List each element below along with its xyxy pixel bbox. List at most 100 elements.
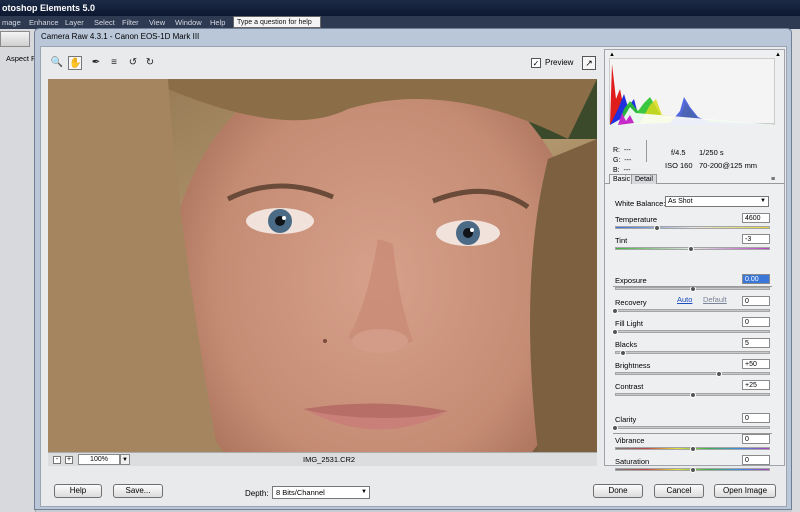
slider-value-field[interactable]: -3 bbox=[742, 234, 770, 244]
zoom-in-button[interactable]: + bbox=[65, 456, 73, 464]
auto-link[interactable]: Auto bbox=[677, 295, 692, 304]
rotate-left-icon[interactable]: ↺ bbox=[126, 56, 140, 70]
white-balance-select[interactable]: As Shot ▼ bbox=[665, 196, 769, 207]
slider-label: Vibrance bbox=[615, 436, 645, 445]
slider-label: Brightness bbox=[615, 361, 651, 370]
dialog-title: Camera Raw 4.3.1 - Canon EOS-1D Mark III bbox=[41, 32, 200, 41]
slider-value-field[interactable]: +50 bbox=[742, 359, 770, 369]
menu-enhance[interactable]: Enhance bbox=[29, 18, 59, 27]
slider-label: Clarity bbox=[615, 415, 637, 424]
slider-thumb[interactable] bbox=[689, 392, 696, 398]
white-balance-label: White Balance: bbox=[615, 199, 666, 208]
preview-label: Preview bbox=[545, 58, 574, 67]
histogram bbox=[609, 58, 776, 125]
cancel-button[interactable]: Cancel bbox=[654, 484, 704, 498]
slider-value-field[interactable]: 5 bbox=[742, 338, 770, 348]
slider-value-field[interactable]: 0 bbox=[742, 317, 770, 327]
image-preview[interactable] bbox=[48, 79, 597, 452]
left-panel bbox=[0, 29, 36, 512]
slider-track[interactable] bbox=[615, 372, 770, 375]
slider-thumb[interactable] bbox=[715, 371, 722, 377]
portrait-photo bbox=[48, 79, 597, 452]
slider-thumb[interactable] bbox=[653, 225, 660, 231]
slider-value-field[interactable]: +25 bbox=[742, 380, 770, 390]
help-search-input[interactable]: Type a question for help bbox=[233, 16, 321, 28]
open-image-button[interactable]: Open Image bbox=[714, 484, 776, 498]
slider-label: Exposure bbox=[615, 276, 647, 285]
separator bbox=[613, 433, 772, 434]
readout-b: B: --- bbox=[613, 167, 631, 174]
left-panel-button[interactable] bbox=[0, 31, 30, 47]
app-title: otoshop Elements 5.0 bbox=[2, 3, 96, 13]
camera-raw-dialog: Camera Raw 4.3.1 - Canon EOS-1D Mark III… bbox=[34, 28, 792, 510]
rotate-right-icon[interactable]: ↻ bbox=[143, 56, 157, 70]
white-balance-tool-icon[interactable]: ✒ bbox=[89, 56, 103, 70]
shutter-speed: 1/250 s bbox=[699, 148, 724, 157]
slider-label: Saturation bbox=[615, 457, 650, 466]
dialog-body: 🔍 ✋ ✒ ≡ ↺ ↻ ✓ Preview ↗ - + 100% ▼ IMG_2… bbox=[40, 46, 787, 507]
slider-track[interactable] bbox=[615, 426, 770, 429]
menu-layer[interactable]: Layer bbox=[65, 18, 84, 27]
menu-help[interactable]: Help bbox=[210, 18, 225, 27]
slider-value-field[interactable]: 0 bbox=[742, 296, 770, 306]
preview-checkbox[interactable]: ✓ bbox=[531, 58, 541, 68]
slider-value-field[interactable]: 0 bbox=[742, 434, 770, 444]
depth-label: Depth: bbox=[245, 489, 269, 498]
default-link[interactable]: Default bbox=[703, 295, 727, 304]
filename-label: IMG_2531.CR2 bbox=[303, 455, 356, 464]
menu-select[interactable]: Select bbox=[94, 18, 115, 27]
slider-thumb[interactable] bbox=[689, 467, 696, 473]
toolbar: 🔍 ✋ ✒ ≡ ↺ ↻ ✓ Preview ↗ bbox=[46, 49, 598, 77]
lens: 70-200@125 mm bbox=[699, 161, 758, 170]
slider-label: Fill Light bbox=[615, 319, 643, 328]
slider-value-field[interactable]: 0 bbox=[742, 455, 770, 465]
zoom-level-field[interactable]: 100% bbox=[78, 454, 120, 465]
slider-track[interactable] bbox=[615, 330, 770, 333]
slider-thumb[interactable] bbox=[612, 425, 618, 431]
histogram-graph bbox=[610, 64, 776, 125]
iso: ISO 160 bbox=[665, 161, 693, 170]
slider-value-field[interactable]: 0.00 bbox=[742, 274, 770, 284]
slider-thumb[interactable] bbox=[612, 308, 618, 314]
slider-track[interactable] bbox=[615, 226, 770, 229]
panel-menu-icon[interactable]: ≡ bbox=[771, 176, 775, 183]
right-panel-strip bbox=[792, 29, 800, 512]
zoom-dropdown-icon[interactable]: ▼ bbox=[120, 454, 130, 465]
slider-value-field[interactable]: 0 bbox=[742, 413, 770, 423]
slider-thumb[interactable] bbox=[612, 329, 618, 335]
settings-panel: ▲ ▲ R: --- G: --- B: --- f/4.5 1/250 s I… bbox=[604, 49, 785, 473]
slider-label: Tint bbox=[615, 236, 628, 245]
done-button[interactable]: Done bbox=[593, 484, 643, 498]
preferences-icon[interactable]: ≡ bbox=[107, 56, 121, 70]
zoom-out-button[interactable]: - bbox=[53, 456, 61, 464]
fullscreen-icon[interactable]: ↗ bbox=[582, 56, 596, 70]
depth-select[interactable]: 8 Bits/Channel ▼ bbox=[272, 486, 370, 499]
readout-g: G: --- bbox=[613, 157, 632, 164]
app-title-bar: otoshop Elements 5.0 bbox=[0, 0, 800, 16]
slider-track[interactable] bbox=[615, 309, 770, 312]
image-status-bar: - + 100% ▼ IMG_2531.CR2 bbox=[48, 452, 597, 466]
menu-filter[interactable]: Filter bbox=[122, 18, 139, 27]
slider-label: Recovery bbox=[615, 298, 647, 307]
slider-thumb[interactable] bbox=[619, 350, 626, 356]
menu-view[interactable]: View bbox=[149, 18, 165, 27]
hand-tool-icon[interactable]: ✋ bbox=[68, 56, 82, 70]
panel-tabs: Basic Detail bbox=[605, 174, 784, 184]
help-button[interactable]: Help bbox=[54, 484, 102, 498]
tab-detail[interactable]: Detail bbox=[631, 174, 657, 184]
menu-image[interactable]: mage bbox=[2, 18, 21, 27]
menu-window[interactable]: Window bbox=[175, 18, 202, 27]
slider-thumb[interactable] bbox=[689, 446, 696, 452]
separator bbox=[613, 286, 772, 287]
slider-label: Blacks bbox=[615, 340, 638, 349]
highlight-clipping-icon[interactable]: ▲ bbox=[775, 52, 783, 59]
zoom-tool-icon[interactable]: 🔍 bbox=[50, 56, 64, 70]
aperture: f/4.5 bbox=[671, 148, 686, 157]
readout-r: R: --- bbox=[613, 147, 631, 154]
save-button[interactable]: Save... bbox=[113, 484, 163, 498]
slider-track[interactable] bbox=[615, 351, 770, 354]
slider-label: Contrast bbox=[615, 382, 644, 391]
slider-value-field[interactable]: 4600 bbox=[742, 213, 770, 223]
slider-label: Temperature bbox=[615, 215, 658, 224]
slider-thumb[interactable] bbox=[687, 246, 694, 252]
